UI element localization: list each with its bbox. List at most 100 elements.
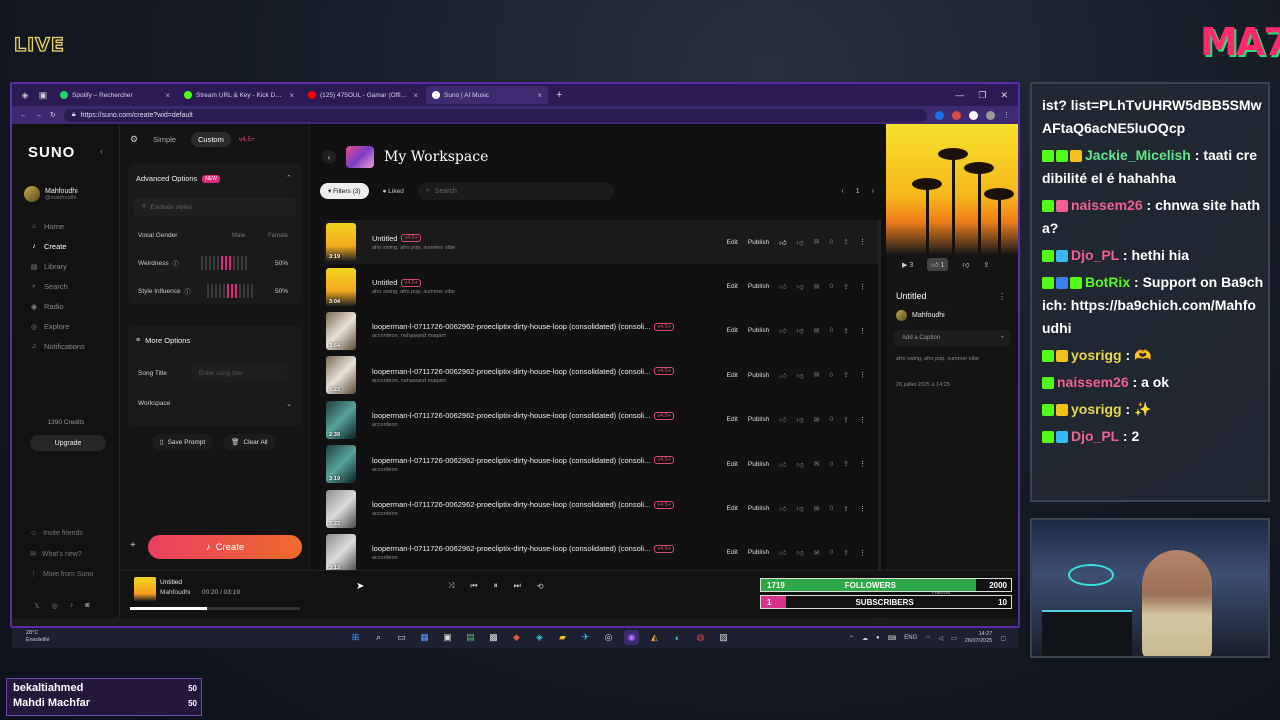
chat-username[interactable]: yosrigg [1071, 401, 1122, 417]
player-progress-bar[interactable] [130, 607, 300, 610]
start-icon[interactable]: ⊞ [348, 630, 363, 645]
browser-tab[interactable]: (125) 475OUL - Gamar (Official vi × [302, 86, 424, 104]
info-icon[interactable]: ⓘ [173, 259, 179, 268]
close-tab-icon[interactable]: × [413, 91, 418, 100]
publish-button[interactable]: Publish [748, 325, 769, 336]
tab-actions-icon[interactable]: ▣ [36, 88, 50, 102]
next-page-icon[interactable]: › [872, 188, 874, 195]
close-tab-icon[interactable]: × [289, 91, 294, 100]
app-icon[interactable]: ▦ [417, 630, 432, 645]
app-icon[interactable]: ▣ [440, 630, 455, 645]
song-cover[interactable]: 3:22 [326, 356, 356, 395]
extension-icon[interactable] [952, 110, 961, 120]
edge-icon[interactable]: ◐ [670, 630, 685, 645]
app-icon[interactable]: ▤ [463, 630, 478, 645]
settings-gear-icon[interactable]: ⚙ [130, 134, 138, 145]
thumbs-up-icon[interactable]: 👍︎ [779, 548, 786, 557]
mode-simple-tab[interactable]: Simple [146, 132, 183, 147]
app-icon[interactable]: ◭ [647, 630, 662, 645]
browser-menu-icon[interactable]: ◈ [18, 88, 32, 102]
publish-button[interactable]: Publish [748, 459, 769, 470]
thumbs-down-icon[interactable]: 👎︎ [797, 504, 804, 513]
edit-button[interactable]: Edit [727, 414, 738, 425]
share-icon[interactable]: ⇪ [843, 505, 849, 513]
more-options-header[interactable]: ≡ More Options [136, 336, 190, 345]
app-icon[interactable]: ◎ [601, 630, 616, 645]
weirdness-slider[interactable] [200, 256, 247, 270]
song-cover[interactable]: 2:39 [326, 400, 356, 439]
previous-icon[interactable]: ⏮ [470, 581, 477, 591]
song-title[interactable]: looperman-l-0711726-0062962-proecliptix-… [372, 456, 650, 465]
more-menu-icon[interactable]: ⋮ [859, 371, 866, 379]
song-title[interactable]: looperman-l-0711726-0062962-proecliptix-… [372, 544, 650, 553]
user-profile[interactable]: Mahfoudhi @mahfoudhi [24, 186, 78, 202]
thumbs-down-icon[interactable]: 👎︎ [797, 415, 804, 424]
song-title[interactable]: Untitled [372, 278, 397, 287]
share-icon[interactable]: ⇪ [984, 261, 990, 269]
shuffle-icon[interactable]: ⤨ [448, 581, 454, 591]
thumbs-up-icon[interactable]: 👍︎ [779, 282, 786, 291]
close-tab-icon[interactable]: × [165, 91, 170, 100]
edit-button[interactable]: Edit [727, 547, 738, 558]
chat-username[interactable]: Djo_PL [1071, 428, 1119, 444]
song-cover[interactable]: 3:19 [326, 445, 356, 484]
collapse-sidebar-icon[interactable]: ‹ [100, 146, 103, 156]
share-icon[interactable]: ⇪ [843, 371, 849, 379]
song-cover[interactable]: 3:04 [326, 267, 356, 306]
back-icon[interactable]: ‹ [322, 150, 336, 164]
style-influence-slider[interactable] [206, 284, 253, 298]
more-menu-icon[interactable]: ⋮ [859, 416, 866, 424]
chat-username[interactable]: Djo_PL [1071, 247, 1119, 263]
reload-icon[interactable]: ↻ [50, 111, 56, 119]
save-prompt-button[interactable]: ▯ Save Prompt [152, 434, 214, 450]
thumbs-down-icon[interactable]: 👎︎ [797, 460, 804, 469]
wifi-icon[interactable]: ◠ [925, 635, 930, 642]
repeat-icon[interactable]: ⟲ [537, 582, 544, 591]
thumbs-up-icon[interactable]: 👍︎ [779, 460, 786, 469]
keyboard-icon[interactable]: ⌨ [888, 635, 897, 642]
sidebar-item-search[interactable]: ⌕ Search [30, 282, 68, 291]
instagram-icon[interactable]: ◎ [52, 602, 58, 610]
vocal-female-option[interactable]: Female [268, 233, 288, 239]
notification-icon[interactable]: ▢ [1000, 635, 1006, 642]
chat-username[interactable]: Jackie_Micelish [1085, 147, 1191, 163]
song-row[interactable]: 3:19 looperman-l-0711726-0062962-proeclip… [324, 442, 880, 486]
model-version-selector[interactable]: v4.5+ [239, 136, 255, 143]
back-nav-icon[interactable]: ← [20, 112, 27, 119]
tiktok-icon[interactable]: ♪ [70, 602, 74, 610]
workspace-row[interactable]: Workspace ⌄ [138, 400, 292, 408]
thumbs-down-icon[interactable]: 👎︎ [797, 371, 804, 380]
comment-icon[interactable]: ✉ [814, 549, 820, 557]
publish-button[interactable]: Publish [748, 370, 769, 381]
x-icon[interactable]: 𝕏 [34, 602, 40, 610]
song-row[interactable]: 3:22 looperman-l-0711726-0062962-proeclip… [324, 353, 880, 397]
mode-custom-tab[interactable]: Custom [191, 132, 231, 147]
profile-avatar[interactable] [986, 110, 995, 120]
exclude-styles-input[interactable]: ⌗ Exclude styles [134, 198, 296, 216]
thumbs-down-icon[interactable]: 👎︎ [797, 326, 804, 335]
create-button[interactable]: ♪ Create [148, 535, 302, 559]
weather-widget[interactable]: 28°C Ensoleillé [26, 630, 50, 644]
song-list-scrollbar[interactable] [878, 220, 881, 620]
share-icon[interactable]: ⇪ [843, 283, 849, 291]
song-title[interactable]: looperman-l-0711726-0062962-proecliptix-… [372, 322, 650, 331]
search-icon[interactable]: ⌕ [371, 630, 386, 645]
task-view-icon[interactable]: ▭ [394, 630, 409, 645]
app-icon[interactable]: ▩ [486, 630, 501, 645]
more-menu-icon[interactable]: ⋮ [1003, 111, 1010, 119]
clock[interactable]: 14:27 26/07/2025 [965, 631, 993, 645]
app-icon[interactable]: ◆ [509, 630, 524, 645]
comment-icon[interactable]: ✉ [814, 238, 820, 246]
comment-icon[interactable]: ✉ [814, 327, 820, 335]
folder-icon[interactable]: ▰ [555, 630, 570, 645]
cloud-icon[interactable]: ☁ [862, 635, 868, 642]
app-icon[interactable]: ◈ [532, 630, 547, 645]
next-icon[interactable]: ⏭ [514, 581, 521, 591]
comment-icon[interactable]: ✉ [814, 505, 820, 513]
publish-button[interactable]: Publish [748, 281, 769, 292]
caption-input[interactable]: Add a Caption + [894, 330, 1010, 346]
thumbs-up-icon[interactable]: 👍︎ [779, 238, 786, 247]
song-row[interactable]: 3:04 Untitled v4.5+ afro swing, afro pop, s… [324, 264, 880, 308]
filters-button[interactable]: ▾ Filters (3) [320, 183, 369, 199]
detail-user[interactable]: Mahfoudhi [896, 310, 945, 321]
